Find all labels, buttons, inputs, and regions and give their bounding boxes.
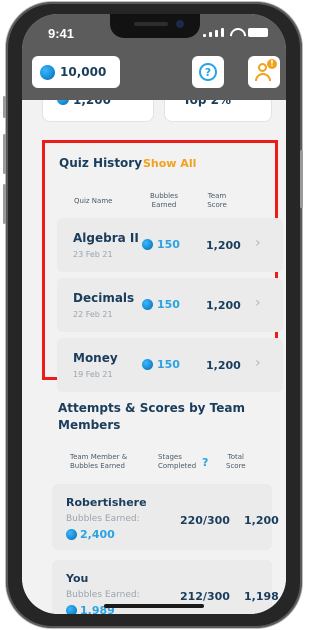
battery-icon [248, 28, 268, 37]
stages-completed: 212/300 [180, 590, 230, 603]
bubble-icon [142, 359, 153, 370]
quiz-date: 22 Feb 21 [73, 310, 113, 319]
team-score: 1,200 [206, 299, 241, 312]
bubble-icon [66, 605, 77, 614]
notification-badge: ! [267, 59, 277, 69]
quiz-name: Money [73, 351, 118, 365]
col-stages-completed: Stages Completed [158, 453, 197, 470]
bubble-icon [142, 239, 153, 250]
quiz-row[interactable]: Decimals 22 Feb 21 150 1,200 › [57, 278, 283, 332]
chevron-right-icon: › [255, 355, 261, 371]
bubble-icon [40, 64, 55, 80]
col-total-score: Total Score [226, 453, 246, 470]
show-all-link[interactable]: Show All [143, 157, 196, 170]
power-button [300, 150, 303, 208]
member-row[interactable]: Robertishere Bubbles Earned: 2,400 220/3… [52, 484, 279, 550]
bubbles-earned-label: Bubbles Earned: [66, 514, 140, 524]
bubbles-earned: 150 [157, 298, 180, 311]
question-icon: ? [199, 63, 217, 81]
col-team-score: Team Score [207, 192, 227, 209]
team-score: 1,200 [206, 359, 241, 372]
signal-icon [203, 34, 206, 37]
member-name: You [66, 572, 89, 585]
quiz-name: Algebra II [73, 231, 139, 245]
stages-completed: 220/300 [180, 514, 230, 527]
col-bubbles-earned: Bubbles Earned [149, 192, 179, 209]
bubbles-earned: 150 [157, 238, 180, 251]
chevron-right-icon: › [255, 295, 261, 311]
top-bar: 9:41 10,000 ? ! [22, 14, 286, 100]
help-button[interactable]: ? [192, 56, 224, 88]
bubble-balance[interactable]: 10,000 [32, 56, 120, 88]
quiz-date: 23 Feb 21 [73, 250, 113, 259]
stages-help-icon[interactable]: ? [202, 456, 208, 469]
balance-value: 10,000 [60, 65, 107, 79]
bubbles-earned: 150 [157, 358, 180, 371]
status-time: 9:41 [48, 26, 75, 41]
quiz-name: Decimals [73, 291, 135, 305]
wifi-icon [230, 28, 242, 37]
phone-screen: 9:41 10,000 ? ! 1,200 Top 2% Quiz Histor… [22, 14, 286, 614]
mute-switch [3, 96, 6, 118]
member-name: Robertishere [66, 496, 147, 509]
status-icons [203, 28, 268, 37]
bubble-icon [66, 529, 77, 540]
chevron-right-icon: › [255, 235, 261, 251]
quiz-row[interactable]: Money 19 Feb 21 150 1,200 › [57, 338, 283, 392]
volume-up-button [3, 134, 6, 174]
quiz-history-title: Quiz History [59, 156, 143, 170]
quiz-row[interactable]: Algebra II 23 Feb 21 150 1,200 › [57, 218, 283, 272]
attempts-title: Attempts & Scores by Team Members [58, 401, 245, 432]
scroll-content[interactable]: 1,200 Top 2% Quiz History Show All Quiz … [22, 90, 286, 614]
notch [110, 14, 200, 38]
quiz-history-highlight: Quiz History Show All Quiz Name Bubbles … [42, 140, 283, 392]
col-team-member: Team Member & Bubbles Earned [70, 453, 128, 470]
volume-down-button [3, 184, 6, 224]
profile-button[interactable]: ! [248, 56, 280, 88]
team-score: 1,200 [206, 239, 241, 252]
home-indicator[interactable] [104, 604, 204, 608]
profile-icon [258, 63, 267, 72]
bubbles-earned-label: Bubbles Earned: [66, 590, 140, 600]
total-score: 1,200 [244, 514, 279, 527]
quiz-date: 19 Feb 21 [73, 370, 113, 379]
col-quiz-name: Quiz Name [74, 197, 113, 205]
bubble-icon [142, 299, 153, 310]
total-score: 1,198 [244, 590, 279, 603]
member-bubbles: 2,400 [80, 528, 115, 541]
